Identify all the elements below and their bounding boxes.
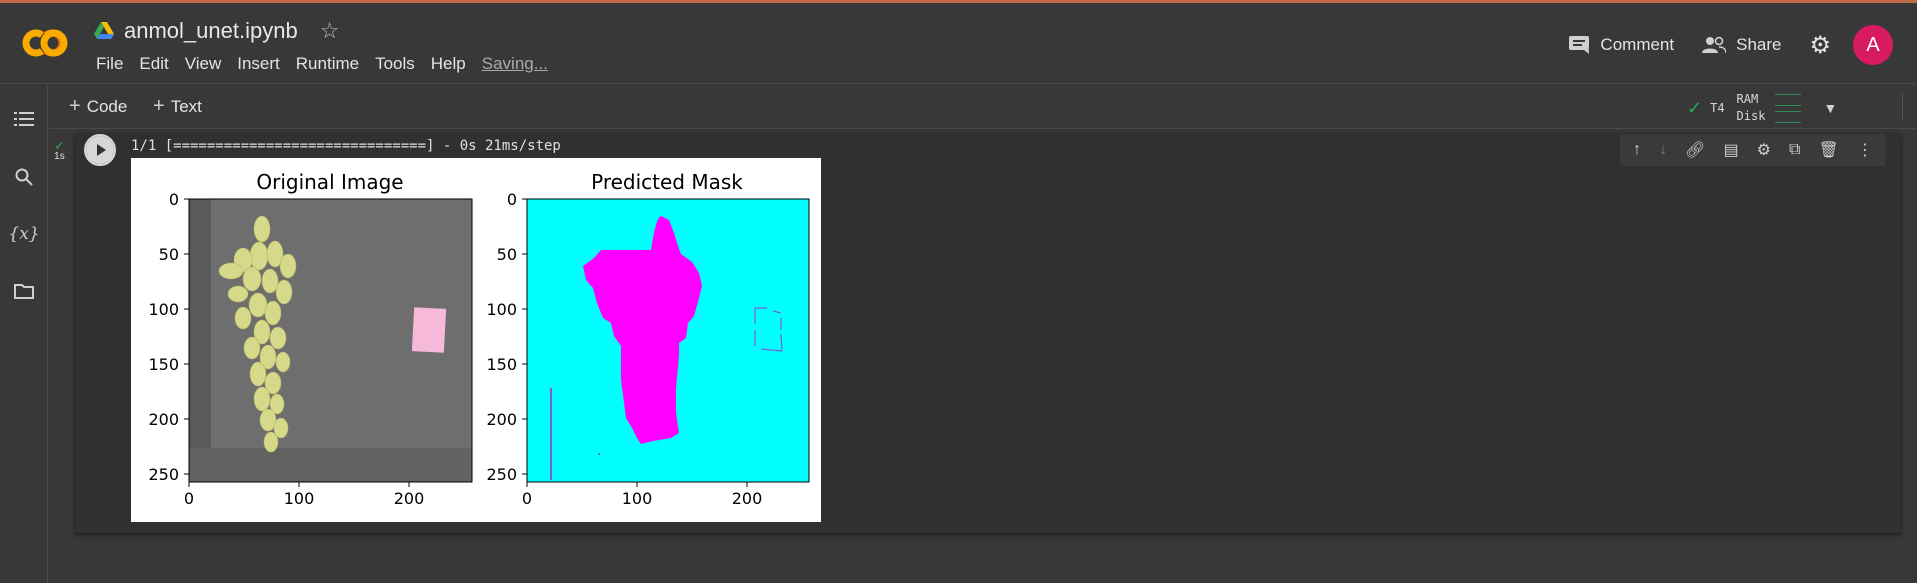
menu-insert[interactable]: Insert: [229, 54, 288, 74]
predicted-mask-image: [527, 199, 809, 482]
table-of-contents-icon[interactable]: [12, 107, 36, 131]
menu-bar: File Edit View Insert Runtime Tools Help…: [88, 54, 556, 74]
header: anmol_unet.ipynb ☆ File Edit View Insert…: [0, 3, 1917, 84]
left-sidebar: {x}: [0, 85, 48, 583]
people-icon: [1702, 36, 1727, 54]
plus-icon: +: [69, 95, 81, 117]
share-button[interactable]: Share: [1702, 35, 1781, 55]
menu-edit[interactable]: Edit: [131, 54, 176, 74]
original-image: [189, 199, 472, 482]
files-folder-icon[interactable]: [12, 279, 36, 303]
y-tick-label: 50: [497, 245, 517, 264]
x-tick-label: 200: [394, 489, 425, 508]
avatar[interactable]: A: [1853, 25, 1893, 65]
success-check-icon: ✓: [54, 138, 65, 153]
x-tick-label: 100: [284, 489, 315, 508]
disk-usage-bar: [1775, 110, 1802, 123]
cell-settings-icon[interactable]: ⚙: [1757, 140, 1771, 160]
menu-view[interactable]: View: [177, 54, 230, 74]
drive-icon: [94, 22, 114, 39]
execution-time: 1s: [54, 151, 65, 162]
move-up-icon[interactable]: ↑: [1633, 141, 1641, 159]
add-text-label: Text: [170, 96, 202, 116]
menu-runtime[interactable]: Runtime: [288, 54, 367, 74]
link-icon[interactable]: 🔗︎: [1685, 140, 1705, 160]
add-code-button[interactable]: + Code: [69, 95, 127, 118]
add-code-label: Code: [86, 96, 128, 116]
cell-output-text: 1/1 [==============================] - 0…: [131, 138, 561, 154]
search-icon[interactable]: [12, 165, 36, 189]
cell-toolbar: ↑ ↓ 🔗︎ ▤ ⚙ ⧉ 🗑︎ ⋮: [1620, 134, 1886, 166]
settings-gear-icon[interactable]: ⚙: [1809, 31, 1831, 60]
y-tick-label: 250: [148, 465, 179, 484]
comment-icon[interactable]: ▤: [1723, 140, 1738, 160]
star-icon[interactable]: ☆: [320, 18, 340, 44]
share-label: Share: [1736, 35, 1782, 54]
play-icon: [97, 144, 106, 156]
execution-status: ✓ 1s: [54, 138, 65, 162]
move-down-icon[interactable]: ↓: [1659, 141, 1667, 159]
y-tick-label: 0: [169, 190, 179, 209]
comment-icon: [1569, 36, 1590, 54]
chevron-down-icon[interactable]: ▼: [1823, 100, 1837, 116]
x-tick-label: 100: [622, 489, 653, 508]
y-tick-label: 200: [148, 410, 179, 429]
output-figure: Original Image 0 50 100 150 200 250 0 10…: [131, 158, 821, 522]
x-tick-label: 200: [732, 489, 763, 508]
more-options-icon[interactable]: ⋮: [1857, 140, 1873, 160]
y-tick-label: 100: [148, 300, 179, 319]
add-text-button[interactable]: + Text: [153, 95, 202, 118]
y-tick-label: 200: [486, 410, 517, 429]
delete-icon[interactable]: 🗑︎: [1819, 140, 1839, 160]
toolbar-divider: [1902, 93, 1903, 121]
y-tick-label: 100: [486, 300, 517, 319]
runtime-type: T4: [1710, 101, 1725, 115]
menu-file[interactable]: File: [88, 54, 131, 74]
y-tick-label: 150: [148, 355, 179, 374]
x-tick-label: 0: [522, 489, 532, 508]
comment-button[interactable]: Comment: [1568, 35, 1674, 55]
notebook-title[interactable]: anmol_unet.ipynb: [124, 18, 298, 44]
y-tick-label: 150: [486, 355, 517, 374]
panel-title-original: Original Image: [256, 170, 403, 194]
menu-tools[interactable]: Tools: [367, 54, 423, 74]
comment-label: Comment: [1600, 35, 1675, 54]
y-tick-label: 50: [159, 245, 179, 264]
saving-status[interactable]: Saving...: [474, 54, 556, 74]
y-tick-label: 250: [486, 465, 517, 484]
ram-label: RAM: [1736, 92, 1759, 106]
disk-label: Disk: [1736, 109, 1766, 123]
y-tick-label: 0: [507, 190, 517, 209]
notebook-toolbar: + Code + Text ✓ T4 RAM Disk ▼ ︿: [49, 85, 1917, 129]
panel-title-mask: Predicted Mask: [591, 170, 743, 194]
mirror-cell-icon[interactable]: ⧉: [1789, 141, 1800, 159]
menu-help[interactable]: Help: [423, 54, 474, 74]
runtime-status[interactable]: ✓ T4 RAM Disk ▼: [1687, 91, 1837, 125]
x-tick-label: 0: [184, 489, 194, 508]
colab-logo[interactable]: [16, 23, 72, 63]
plus-icon: +: [153, 95, 165, 117]
connected-check-icon: ✓: [1687, 97, 1703, 118]
run-cell-button[interactable]: [84, 134, 116, 166]
ram-usage-bar: [1775, 93, 1802, 106]
variables-icon[interactable]: {x}: [8, 222, 39, 246]
